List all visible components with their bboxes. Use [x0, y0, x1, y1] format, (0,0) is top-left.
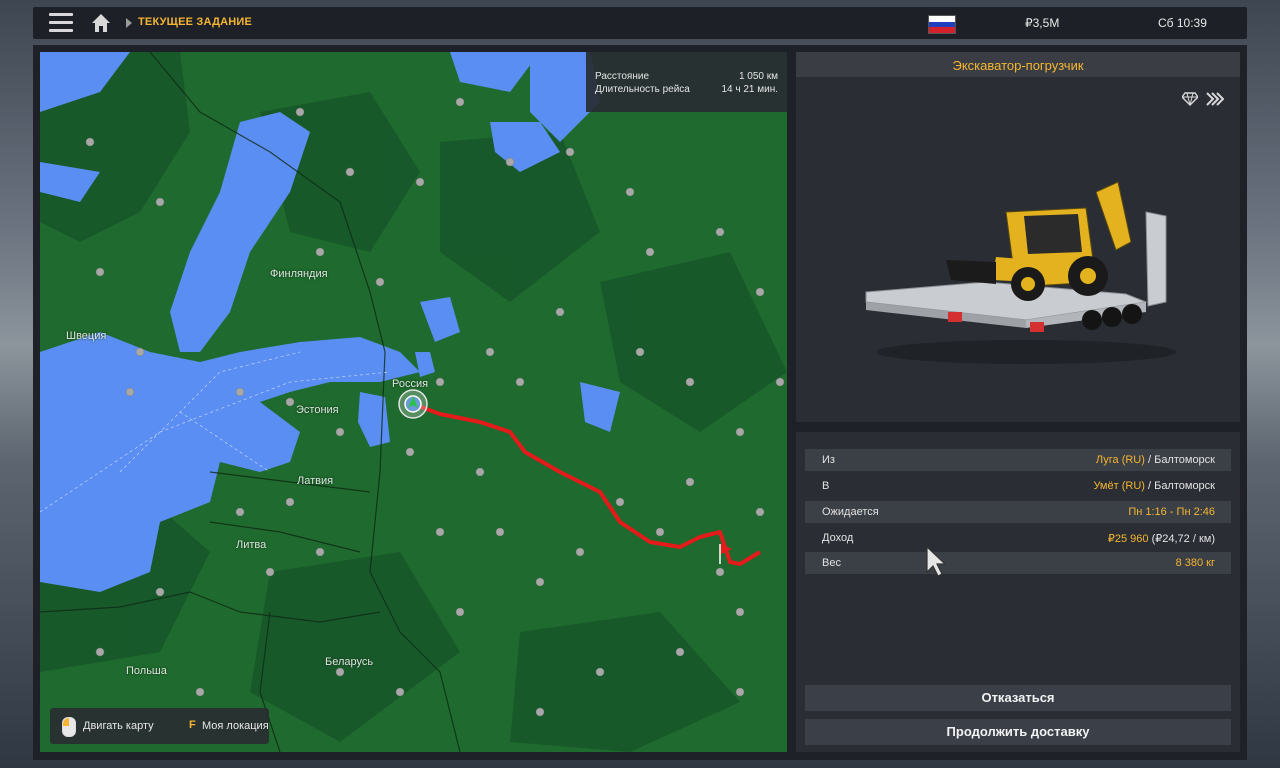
detail-row-expected: Ожидается Пн 1:16 - Пн 2:46 — [805, 501, 1231, 523]
breadcrumb: ТЕКУЩЕЕ ЗАДАНИЕ — [138, 16, 253, 28]
income-rate: (₽24,72 / км) — [1151, 533, 1215, 545]
duration-value: 14 ч 21 мин. — [721, 84, 778, 95]
detail-row-to: В Умёт (RU) / Балтоморск — [805, 475, 1231, 497]
from-city: Луга (RU) — [1095, 454, 1145, 466]
cancel-button[interactable]: Отказаться — [805, 685, 1231, 711]
label-latvia: Латвия — [297, 475, 334, 487]
continue-delivery-button[interactable]: Продолжить доставку — [805, 719, 1231, 745]
cargo-panel: Экскаватор-погрузчик — [796, 52, 1240, 422]
expected-label: Ожидается — [822, 506, 879, 518]
to-separator: / — [1144, 480, 1155, 492]
job-details-panel: Из Луга (RU) / Балтоморск В Умёт (RU) / … — [796, 432, 1240, 752]
fast-forward-icon[interactable] — [1206, 92, 1224, 106]
from-company: Балтоморск — [1154, 454, 1215, 466]
hint-my-location[interactable]: Моя локация — [202, 720, 269, 732]
from-separator: / — [1144, 454, 1155, 466]
label-belarus: Беларусь — [325, 656, 374, 668]
weight-label: Вес — [822, 557, 841, 569]
detail-row-from: Из Луга (RU) / Балтоморск — [805, 449, 1231, 471]
cargo-image — [865, 181, 1176, 364]
top-bar: ТЕКУЩЕЕ ЗАДАНИЕ ₽3,5M Сб 10:39 — [33, 7, 1247, 39]
route-line — [412, 402, 762, 566]
cursor-icon — [926, 546, 947, 577]
cargo-title-bar: Экскаватор-погрузчик — [796, 52, 1240, 77]
chevron-right-icon — [126, 18, 132, 28]
label-lithuania: Литва — [236, 539, 267, 551]
weight-value: 8 380 кг — [1175, 557, 1215, 569]
duration-label: Длительность рейса — [595, 84, 690, 95]
key-f-label: F — [189, 719, 196, 731]
home-icon[interactable] — [89, 11, 113, 35]
income-value: ₽25 960 — [1107, 533, 1149, 545]
to-company: Балтоморск — [1154, 480, 1215, 492]
world-map[interactable]: Финляндия Швеция Россия Эстония Латвия Л… — [40, 52, 787, 752]
expected-value: Пн 1:16 - Пн 2:46 — [1128, 506, 1215, 518]
mouse-icon — [62, 717, 76, 737]
map-hints: Двигать карту F Моя локация — [50, 708, 269, 744]
label-poland: Польша — [126, 665, 167, 677]
to-label: В — [822, 480, 830, 492]
menu-icon[interactable] — [49, 13, 73, 33]
label-estonia: Эстония — [296, 404, 339, 416]
cargo-title: Экскаватор-погрузчик — [952, 58, 1084, 73]
distance-value: 1 050 км — [738, 71, 778, 82]
player-location-icon — [398, 389, 428, 419]
diamond-icon[interactable] — [1182, 92, 1198, 106]
map-canvas — [40, 52, 787, 752]
label-russia: Россия — [392, 378, 429, 390]
income-label: Доход — [822, 532, 854, 544]
distance-label: Расстояние — [595, 71, 650, 82]
hint-move-map: Двигать карту — [83, 720, 154, 732]
to-city: Умёт (RU) — [1093, 480, 1145, 492]
from-label: Из — [822, 454, 835, 466]
game-clock: Сб 10:39 — [1158, 16, 1207, 30]
russia-flag-icon — [928, 15, 956, 34]
detail-row-weight: Вес 8 380 кг — [805, 552, 1231, 574]
route-info-panel: Расстояние 1 050 км Длительность рейса 1… — [586, 52, 787, 112]
label-sweden: Швеция — [66, 330, 107, 342]
label-finland: Финляндия — [270, 268, 328, 280]
money-balance: ₽3,5M — [1025, 16, 1060, 30]
detail-row-income: Доход ₽25 960 (₽24,72 / км) — [805, 527, 1231, 549]
